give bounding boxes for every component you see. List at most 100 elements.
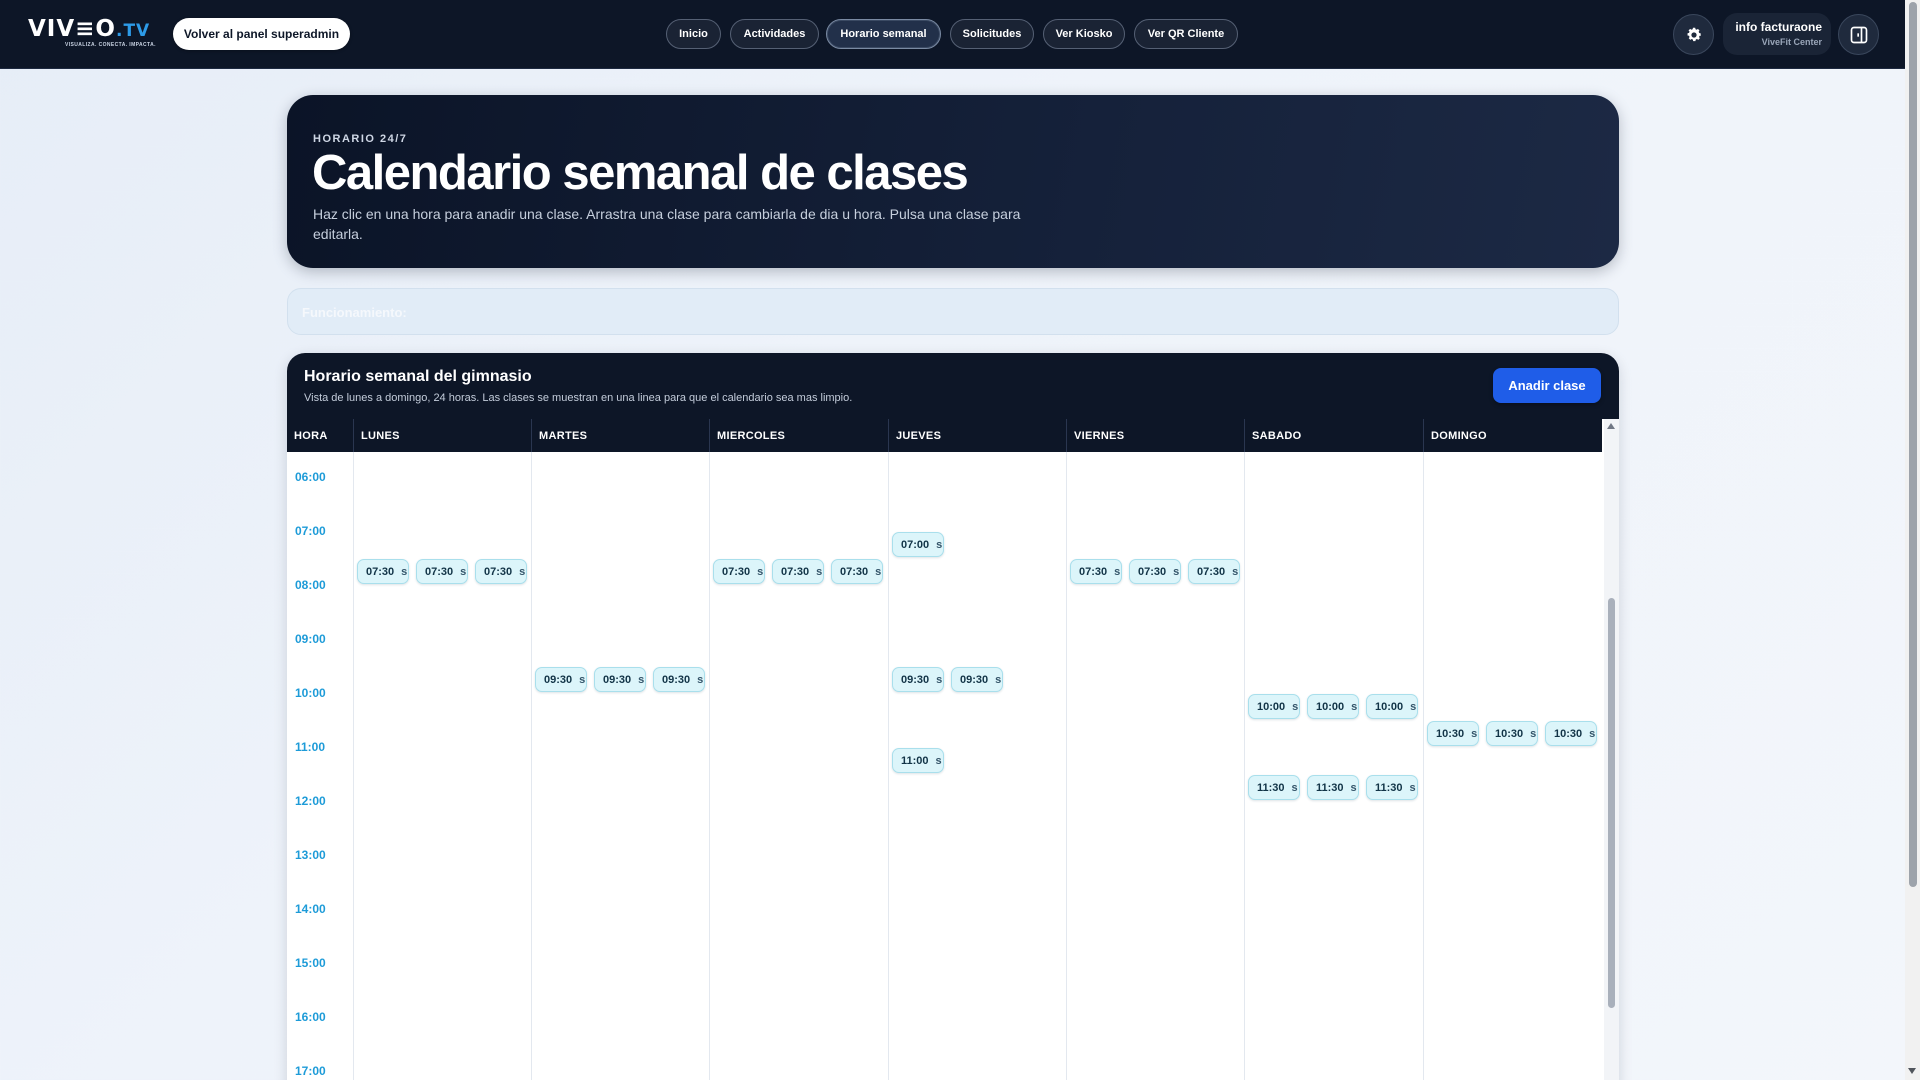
class-time: 07:30 [425, 565, 454, 578]
class-chip[interactable]: 07:30 s [1188, 559, 1240, 584]
column-header-sabado: SABADO [1244, 419, 1423, 452]
schedule-card: Horario semanal del gimnasio Vista de lu… [287, 353, 1619, 1080]
class-name-truncated: s [1350, 781, 1357, 794]
class-chip[interactable]: 11:30 s [1248, 775, 1300, 800]
class-name-truncated: s [875, 565, 882, 578]
class-chip[interactable]: 09:30 s [594, 667, 646, 692]
class-name-truncated: s [1471, 727, 1478, 740]
class-chip[interactable]: 11:30 s [1307, 775, 1359, 800]
hour-row[interactable] [287, 452, 1602, 506]
class-name-truncated: s [460, 565, 467, 578]
class-chip[interactable]: 07:30 s [1129, 559, 1181, 584]
class-name-truncated: s [995, 673, 1002, 686]
class-chip[interactable]: 11:00 s [892, 748, 944, 773]
top-navigation-bar: VIV≡O.TV VISUALIZA. CONECTA. IMPACTA. Vo… [0, 0, 1920, 69]
class-time: 10:30 [1495, 727, 1524, 740]
class-chip[interactable]: 11:30 s [1366, 775, 1418, 800]
column-divider [709, 452, 710, 1080]
class-chip[interactable]: 10:00 s [1307, 694, 1359, 719]
class-time: 07:30 [1138, 565, 1167, 578]
schedule-subtitle: Vista de lunes a domingo, 24 horas. Las … [304, 392, 853, 404]
hour-label: 16:00 [295, 1010, 326, 1024]
schedule-title: Horario semanal del gimnasio [304, 368, 532, 385]
brand-logo[interactable]: VIV≡O.TV VISUALIZA. CONECTA. IMPACTA. [28, 16, 160, 52]
hour-row[interactable] [287, 938, 1602, 992]
class-chip[interactable]: 07:30 s [475, 559, 527, 584]
user-account-menu[interactable]: info facturaone ViveFit Center [1723, 13, 1831, 55]
toggle-panel-button[interactable] [1838, 14, 1879, 55]
class-chip[interactable]: 10:00 s [1366, 694, 1418, 719]
class-time: 09:30 [603, 673, 632, 686]
class-chip[interactable]: 10:30 s [1427, 721, 1479, 746]
nav-item-ver-kiosko[interactable]: Ver Kiosko [1043, 19, 1125, 49]
class-chip[interactable]: 10:00 s [1248, 694, 1300, 719]
calendar-grid: 06:00 07:00 08:00 09:00 10:00 11:00 12:00 13:00… [287, 452, 1602, 1080]
class-chip[interactable]: 09:30 s [653, 667, 705, 692]
user-organization: ViveFit Center [1761, 37, 1822, 47]
hour-label: 12:00 [295, 794, 326, 808]
hour-row[interactable] [287, 722, 1602, 776]
class-name-truncated: s [1232, 565, 1239, 578]
column-header-domingo: DOMINGO [1423, 419, 1602, 452]
column-header-hora: HORA [294, 429, 328, 442]
class-time: 10:30 [1436, 727, 1465, 740]
class-chip[interactable]: 07:00 s [892, 532, 944, 557]
calendar-scroll-thumb[interactable] [1608, 598, 1615, 1008]
class-name-truncated: s [401, 565, 408, 578]
hour-row[interactable] [287, 992, 1602, 1046]
class-time: 07:30 [1079, 565, 1108, 578]
class-chip[interactable]: 09:30 s [535, 667, 587, 692]
nav-item-inicio[interactable]: Inicio [666, 19, 721, 49]
nav-item-actividades[interactable]: Actividades [730, 19, 819, 49]
column-header-miercoles: MIERCOLES [709, 419, 888, 452]
nav-item-ver-qr-cliente[interactable]: Ver QR Cliente [1134, 19, 1238, 49]
class-time: 07:30 [781, 565, 810, 578]
column-divider [1244, 452, 1245, 1080]
page-scrollbar[interactable] [1905, 0, 1920, 1080]
page-scroll-thumb[interactable] [1909, 2, 1917, 887]
class-chip[interactable]: 07:30 s [831, 559, 883, 584]
nav-item-horario-semanal[interactable]: Horario semanal [826, 19, 941, 49]
class-chip[interactable]: 07:30 s [357, 559, 409, 584]
calendar-scrollbar[interactable] [1604, 419, 1619, 1080]
column-divider [531, 452, 532, 1080]
settings-button[interactable] [1673, 14, 1714, 55]
class-chip[interactable]: 07:30 s [416, 559, 468, 584]
hero-banner: HORARIO 24/7 Calendario semanal de clase… [287, 95, 1619, 268]
class-chip[interactable]: 07:30 s [713, 559, 765, 584]
column-header-jueves: JUEVES [888, 419, 1066, 452]
hour-row[interactable] [287, 884, 1602, 938]
back-to-superadmin-button[interactable]: Volver al panel superadmin [173, 18, 350, 50]
hour-row[interactable] [287, 830, 1602, 884]
class-name-truncated: s [638, 673, 645, 686]
calendar-column-headers: HORA LUNES MARTES MIERCOLES JUEVES VIERNES SAB… [287, 419, 1602, 452]
class-name-truncated: s [935, 754, 942, 767]
hour-label: 10:00 [295, 686, 326, 700]
class-name-truncated: s [1589, 727, 1596, 740]
class-name-truncated: s [1530, 727, 1537, 740]
hour-row[interactable] [287, 1046, 1602, 1080]
class-name-truncated: s [1292, 700, 1299, 713]
add-class-button[interactable]: Anadir clase [1493, 368, 1601, 403]
column-divider [888, 452, 889, 1080]
hour-row[interactable] [287, 506, 1602, 560]
scroll-up-arrow[interactable] [1607, 423, 1615, 429]
hour-row[interactable] [287, 614, 1602, 668]
class-name-truncated: s [1410, 700, 1417, 713]
class-chip[interactable]: 09:30 s [951, 667, 1003, 692]
class-time: 11:30 [1316, 781, 1344, 794]
nav-item-solicitudes[interactable]: Solicitudes [950, 19, 1034, 49]
class-name-truncated: s [936, 673, 943, 686]
class-time: 09:30 [544, 673, 573, 686]
class-chip[interactable]: 10:30 s [1486, 721, 1538, 746]
class-time: 11:30 [1375, 781, 1403, 794]
scroll-down-arrow[interactable] [1908, 1068, 1916, 1074]
class-time: 09:30 [662, 673, 691, 686]
class-chip[interactable]: 09:30 s [892, 667, 944, 692]
class-chip[interactable]: 07:30 s [1070, 559, 1122, 584]
hour-label: 14:00 [295, 902, 326, 916]
class-chip[interactable]: 10:30 s [1545, 721, 1597, 746]
class-name-truncated: s [579, 673, 586, 686]
class-chip[interactable]: 07:30 s [772, 559, 824, 584]
class-time: 10:00 [1316, 700, 1345, 713]
